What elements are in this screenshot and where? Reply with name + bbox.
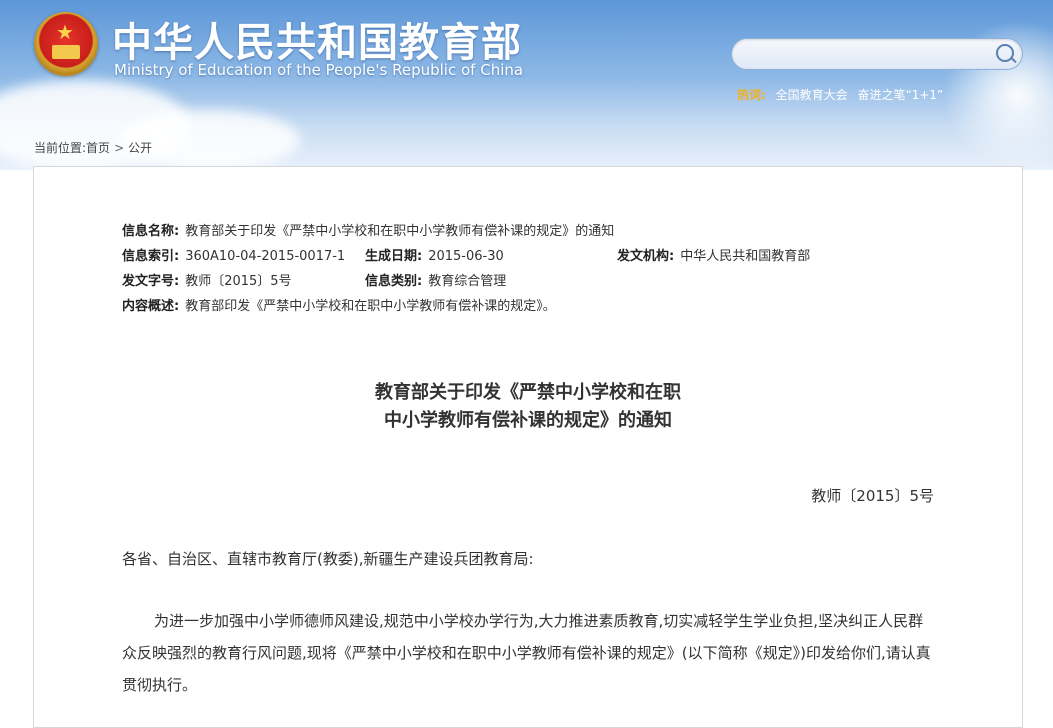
national-emblem-icon[interactable]: ★	[34, 12, 98, 76]
meta-key: 信息索引:	[122, 249, 180, 264]
document-title: 教育部关于印发《严禁中小学校和在职 中小学教师有偿补课的规定》的通知	[34, 379, 1022, 435]
content-panel: 信息名称: 教育部关于印发《严禁中小学校和在职中小学教师有偿补课的规定》的通知 信…	[33, 166, 1023, 728]
hot-link[interactable]: 奋进之笔“1+1”	[857, 88, 943, 102]
search-icon[interactable]	[996, 44, 1014, 62]
meta-row: 信息名称: 教育部关于印发《严禁中小学校和在职中小学教师有偿补课的规定》的通知	[122, 219, 614, 244]
hot-label: 热词:	[737, 88, 766, 102]
breadcrumb-prefix: 当前位置:	[34, 141, 87, 155]
salutation: 各省、自治区、直辖市教育厅(教委),新疆生产建设兵团教育局:	[122, 550, 534, 568]
meta-key: 生成日期:	[365, 249, 423, 264]
meta-value: 中华人民共和国教育部	[680, 249, 811, 264]
meta-value: 教育部印发《严禁中小学校和在职中小学教师有偿补课的规定》。	[185, 299, 556, 314]
body-paragraph: 为进一步加强中小学师德师风建设,规范中小学校办学行为,大力推进素质教育,切实减轻…	[122, 612, 931, 694]
info-meta-table: 信息名称: 教育部关于印发《严禁中小学校和在职中小学教师有偿补课的规定》的通知 信…	[122, 219, 810, 319]
breadcrumb-home[interactable]: 首页	[86, 141, 110, 155]
meta-value: 教育部关于印发《严禁中小学校和在职中小学教师有偿补课的规定》的通知	[185, 224, 615, 239]
gate-icon	[52, 45, 80, 59]
site-header: ★ 中华人民共和国教育部 Ministry of Education of th…	[0, 0, 1053, 170]
meta-row: 发文字号: 教师〔2015〕5号 信息类别: 教育综合管理	[122, 269, 614, 294]
meta-value: 2015-06-30	[428, 249, 504, 264]
document-title-line: 教育部关于印发《严禁中小学校和在职	[375, 382, 681, 403]
meta-value: 360A10-04-2015-0017-1	[185, 249, 346, 264]
meta-key: 发文字号:	[122, 274, 180, 289]
meta-value: 教师〔2015〕5号	[185, 274, 292, 289]
breadcrumb: 当前位置:首页 > 公开	[34, 139, 152, 156]
chevron-right-icon: >	[114, 141, 125, 155]
document-title-line: 中小学教师有偿补课的规定》的通知	[384, 410, 672, 431]
meta-key: 信息类别:	[365, 274, 423, 289]
search-input[interactable]	[731, 38, 1023, 70]
document-number: 教师〔2015〕5号	[811, 487, 934, 505]
site-title[interactable]: 中华人民共和国教育部	[112, 10, 522, 68]
meta-key: 内容概述:	[122, 299, 180, 314]
meta-value: 教育综合管理	[428, 274, 507, 289]
meta-key: 发文机构:	[617, 249, 675, 264]
hot-words: 热词: 全国教育大会 奋进之笔“1+1”	[737, 86, 949, 103]
hot-link[interactable]: 全国教育大会	[776, 88, 848, 102]
star-icon: ★	[56, 20, 74, 44]
meta-row: 内容概述: 教育部印发《严禁中小学校和在职中小学教师有偿补课的规定》。	[122, 294, 614, 319]
breadcrumb-current[interactable]: 公开	[128, 141, 152, 155]
meta-row: 信息索引: 360A10-04-2015-0017-1 生成日期: 2015-06-…	[122, 244, 810, 269]
meta-key: 信息名称:	[122, 224, 180, 239]
site-subtitle: Ministry of Education of the People's Re…	[114, 61, 524, 79]
